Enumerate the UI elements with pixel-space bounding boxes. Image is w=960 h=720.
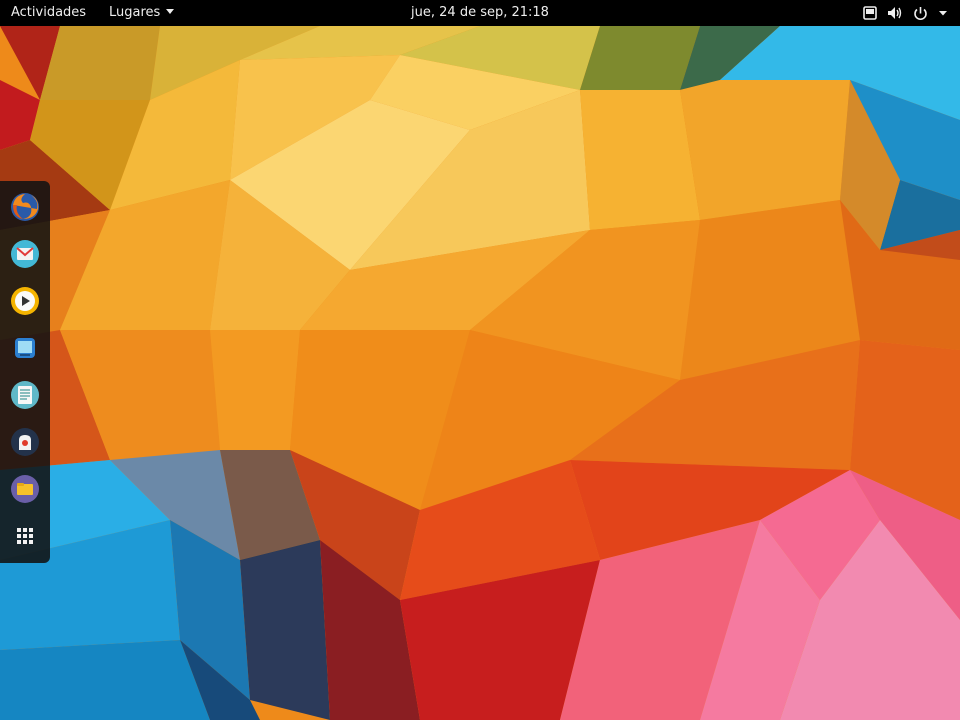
show-applications-button[interactable] (9, 520, 41, 552)
clock-button[interactable]: jue, 24 de sep, 21:18 (411, 5, 549, 20)
dash-app-text-editor[interactable] (9, 379, 41, 411)
chevron-down-icon (166, 9, 175, 14)
mail-icon (11, 240, 39, 268)
places-menu[interactable]: Lugares (109, 0, 175, 26)
notes-icon (11, 381, 39, 409)
dash-app-mail[interactable] (9, 238, 41, 270)
software-icon (11, 428, 39, 456)
top-bar: Actividades Lugares jue, 24 de sep, 21:1… (0, 0, 960, 26)
dash-app-media-player[interactable] (9, 285, 41, 317)
screenshot-icon (15, 338, 35, 358)
dash-app-firefox[interactable] (9, 191, 41, 223)
play-icon (11, 287, 39, 315)
places-label: Lugares (109, 5, 161, 20)
folder-icon (11, 475, 39, 503)
dash-app-screenshot[interactable] (9, 332, 41, 364)
desktop-wallpaper (0, 0, 960, 720)
activities-button[interactable]: Actividades (11, 0, 86, 26)
system-tray[interactable] (863, 0, 948, 26)
grid-icon (17, 528, 33, 544)
dash-app-files[interactable] (9, 473, 41, 505)
dash-app-software[interactable] (9, 426, 41, 458)
firefox-icon (11, 193, 39, 221)
screen-icon[interactable] (863, 6, 877, 20)
chevron-down-icon[interactable] (938, 9, 948, 17)
power-icon[interactable] (913, 6, 928, 21)
dash-dock (0, 181, 50, 563)
volume-icon[interactable] (887, 6, 903, 20)
